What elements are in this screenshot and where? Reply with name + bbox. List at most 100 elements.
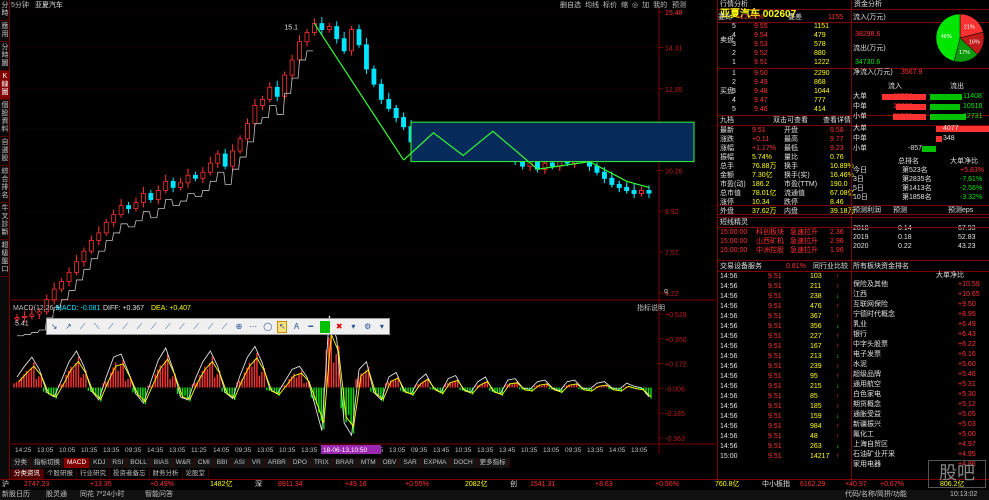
chart-canvas[interactable]: 15.4814.3112.9511.6510.268.927.576.2215.… <box>11 8 716 458</box>
quote-tab-nine[interactable]: 九档 <box>720 116 734 125</box>
left-tab-1[interactable]: 應用 <box>0 21 10 42</box>
indicator-tab-3[interactable]: KDJ <box>90 458 110 468</box>
left-tab-2[interactable]: 分時圖 <box>0 42 10 71</box>
tab-fund-analysis[interactable]: 资金分析 <box>854 0 882 9</box>
sector-name[interactable]: 乳业 <box>853 320 867 329</box>
indicator-tab-21[interactable]: 更多指标 <box>476 458 510 468</box>
indicator-tab-12[interactable]: ARBR <box>264 458 290 468</box>
indicator-tab-19[interactable]: EXPMA <box>420 458 451 468</box>
toolbar-gann-icon[interactable]: ⟋ <box>149 321 159 333</box>
sector-name[interactable]: 通胀受益 <box>853 410 881 419</box>
sector-name[interactable]: 宁德时代概念 <box>853 310 895 319</box>
sector-name[interactable]: 互联网保险 <box>853 300 888 309</box>
left-tab-3[interactable]: K線圖 <box>0 71 10 100</box>
toolbar-color-icon[interactable]: ■ <box>319 320 331 333</box>
toolbar-cycle-icon[interactable]: ⟋ <box>205 321 215 333</box>
sector-name[interactable]: 上海自贸区 <box>853 440 888 449</box>
sector-name[interactable]: 电子发票 <box>853 350 881 359</box>
sector-name[interactable]: 氟化工 <box>853 430 874 439</box>
toolbar-stroke-icon[interactable]: ━ <box>306 321 316 333</box>
sys-link-qa[interactable]: 智能问答 <box>145 490 173 500</box>
indicator-tab-20[interactable]: DOCH <box>450 458 477 468</box>
indicator-tab-1[interactable]: 指标切换 <box>31 458 64 468</box>
info-tab-0[interactable]: 分类资讯 <box>11 469 44 479</box>
sector-name[interactable]: 石油矿业开采 <box>853 450 895 459</box>
info-tab-1[interactable]: 个股研报 <box>44 469 77 479</box>
trades-head-compare[interactable]: 同行业比较 <box>813 262 848 271</box>
sector-name[interactable]: 超级品牌 <box>853 370 881 379</box>
indicator-tab-17[interactable]: OBV <box>379 458 401 468</box>
info-tab-3[interactable]: 投资者备忘 <box>110 469 150 479</box>
sz-index[interactable]: 8911.34 <box>278 480 303 490</box>
ask-price[interactable]: 9.52 <box>754 49 768 58</box>
toolbar-line-icon[interactable]: ↘ <box>49 321 59 333</box>
toolbar-pointer-icon[interactable]: ↖ <box>277 320 288 333</box>
indicator-tab-10[interactable]: ASI <box>231 458 249 468</box>
news-stock[interactable]: 中洲控股 <box>756 246 784 255</box>
toolbar-wave-icon[interactable]: ⟋ <box>177 321 187 333</box>
sh-index[interactable]: 2747.23 <box>24 480 49 490</box>
quote-tab-detail[interactable]: 查看详情 <box>823 116 851 125</box>
sector-name[interactable]: 新疆振兴 <box>853 420 881 429</box>
toolbar-settings-icon[interactable]: ⚙ <box>363 321 373 333</box>
toolbar-angle-icon[interactable]: ⟋ <box>191 321 201 333</box>
bid-price[interactable]: 9.49 <box>754 78 768 87</box>
indicator-tab-16[interactable]: MTM <box>357 458 380 468</box>
left-tab-4[interactable]: 個股資料 <box>0 100 10 137</box>
channel-box[interactable] <box>410 121 695 163</box>
indicator-tab-9[interactable]: BBI <box>213 458 232 468</box>
code-search-input[interactable]: 代码/名称/简拼/功能 <box>845 490 907 500</box>
indicator-tab-6[interactable]: BIAS <box>150 458 173 468</box>
cy-index[interactable]: 1541.31 <box>530 480 555 490</box>
ask-price[interactable]: 9.55 <box>754 22 768 31</box>
toolbar-ellipse-icon[interactable]: ◯ <box>262 321 273 333</box>
toolbar-segment-icon[interactable]: ⟋ <box>77 321 87 333</box>
sector-name[interactable]: 通用航空 <box>853 380 881 389</box>
sector-name[interactable]: 保险及其他 <box>853 280 888 289</box>
toolbar-parallel-icon[interactable]: ⟍ <box>92 321 102 333</box>
toolbar-delete-menu-icon[interactable]: ▾ <box>348 321 358 333</box>
indicator-tab-5[interactable]: BOLL <box>127 458 151 468</box>
toolbar-zoom-icon[interactable]: ⊕ <box>234 321 244 333</box>
bid-price[interactable]: 9.46 <box>754 105 768 114</box>
toolbar-fan-icon[interactable]: ⟋ <box>220 321 230 333</box>
bid-price[interactable]: 9.47 <box>754 96 768 105</box>
indicator-tab-2[interactable]: MACD <box>64 458 91 468</box>
left-tab-0[interactable]: 分時 <box>0 0 10 21</box>
left-tab-5[interactable]: 自選股 <box>0 137 10 166</box>
sector-name[interactable]: 期货概念 <box>853 400 881 409</box>
sys-link-tonghua[interactable]: 股灵通 <box>46 490 67 500</box>
bid-price[interactable]: 9.48 <box>754 87 768 96</box>
indicator-tab-15[interactable]: BRAR <box>332 458 358 468</box>
indicator-tab-11[interactable]: VR <box>248 458 265 468</box>
sys-link-ipo[interactable]: 新股日历 <box>2 490 30 500</box>
indicator-tab-13[interactable]: DPO <box>289 458 311 468</box>
left-tab-8[interactable]: 超級盤口 <box>0 240 10 277</box>
toolbar-text-icon[interactable]: A <box>291 321 301 333</box>
toolbar-delete-icon[interactable]: ✖ <box>334 321 344 333</box>
indicator-tab-14[interactable]: TRIX <box>310 458 333 468</box>
left-tab-6[interactable]: 綜合排名 <box>0 166 10 203</box>
news-stock[interactable]: 科创板块 <box>756 228 784 237</box>
toolbar-more-icon[interactable]: ⋯ <box>248 321 258 333</box>
sector-name[interactable]: 白色家电 <box>853 390 881 399</box>
indicator-help-link[interactable]: 指标说明 <box>637 303 665 312</box>
indicator-tab-4[interactable]: RSI <box>109 458 128 468</box>
zx-index[interactable]: 6162.29 <box>800 480 825 490</box>
indicator-tab-8[interactable]: CMI <box>194 458 214 468</box>
indicator-tab-0[interactable]: 分类 <box>11 458 31 468</box>
toolbar-settings-menu-icon[interactable]: ▾ <box>377 321 387 333</box>
indicator-tab-18[interactable]: SAR <box>400 458 421 468</box>
bid-price[interactable]: 9.50 <box>754 69 768 78</box>
ask-price[interactable]: 9.54 <box>754 31 768 40</box>
toolbar-ray-icon[interactable]: ↗ <box>63 321 73 333</box>
info-tab-4[interactable]: 财务分析 <box>150 469 183 479</box>
toolbar-channel-icon[interactable]: ⟋ <box>106 321 116 333</box>
info-tab-5[interactable]: 论股堂 <box>183 469 209 479</box>
sector-name[interactable]: 银行 <box>853 330 867 339</box>
sector-name[interactable]: 家用电器 <box>853 460 881 469</box>
toolbar-arc-icon[interactable]: ⟋ <box>163 321 173 333</box>
sector-name[interactable]: 水泥 <box>853 360 867 369</box>
news-stock[interactable]: 山西矿机 <box>756 237 784 246</box>
toolbar-fib-icon[interactable]: ⟋ <box>134 321 144 333</box>
